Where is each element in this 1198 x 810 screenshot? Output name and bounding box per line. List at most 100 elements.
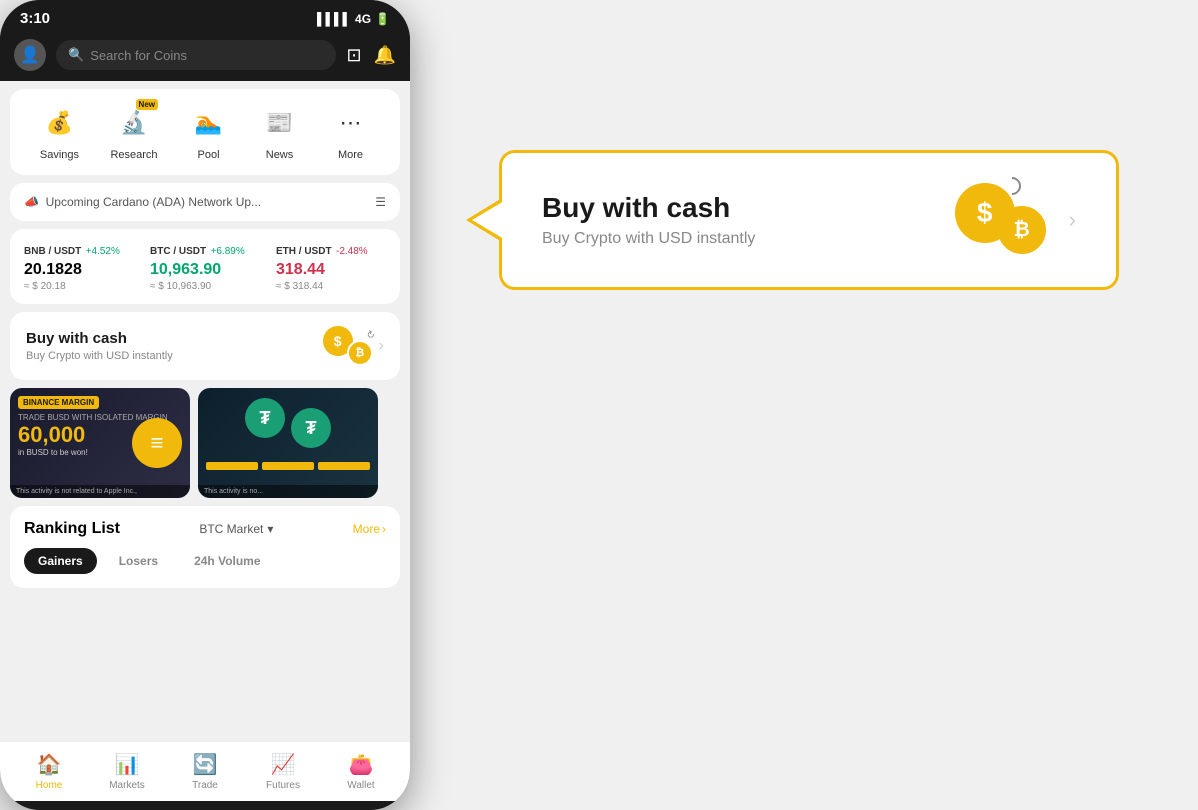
promo-badge-left: BINANCE MARGIN [18,396,99,409]
ranking-more[interactable]: More › [353,522,386,536]
promo-banner-left[interactable]: BINANCE MARGIN TRADE BUSD WITH ISOLATED … [10,388,190,498]
ranking-tabs: Gainers Losers 24h Volume [24,548,386,574]
avatar[interactable]: 👤 [14,39,46,71]
tab-24h-volume[interactable]: 24h Volume [180,548,274,574]
buy-cash-text: Buy with cash Buy Crypto with USD instan… [26,330,173,362]
quick-actions-card: 💰 Savings 🔬 New Research 🏊 Pool 📰 Ne [10,89,400,175]
chevron-right-icon: › [379,337,384,355]
callout-dollar-coin: $ [955,183,1015,243]
callout-container[interactable]: Buy with cash Buy Crypto with USD instan… [499,150,1119,290]
bnb-usd: ≈ $ 20.18 [24,281,134,292]
research-label: Research [110,149,157,161]
promo-coin-big: ≡ [132,418,182,468]
callout-section: Buy with cash Buy Crypto with USD instan… [420,150,1198,290]
pool-label: Pool [198,149,220,161]
header-icons: ⊡ 🔔 [346,45,396,66]
eth-usd: ≈ $ 318.44 [276,281,386,292]
ranking-title: Ranking List [24,520,120,538]
ticker-row: BNB / USDT +4.52% 20.1828 ≈ $ 20.18 BTC … [24,241,386,292]
nav-trade[interactable]: 🔄 Trade [166,752,244,791]
more-chevron-icon: › [382,522,386,536]
qa-research[interactable]: 🔬 New Research [110,103,157,161]
futures-label: Futures [266,780,300,791]
market-label: BTC Market [199,522,263,536]
nav-futures[interactable]: 📈 Futures [244,752,322,791]
menu-icon: ☰ [375,195,386,209]
news-icon: 📰 [260,103,300,143]
scan-icon[interactable]: ⊡ [346,45,361,66]
promo-banner-right[interactable]: ₮ ₮ This activity is no... [198,388,378,498]
new-badge: New [136,99,158,110]
callout-title: Buy with cash [542,192,755,224]
search-placeholder: Search for Coins [90,48,187,63]
btc-usd: ≈ $ 10,963.90 [150,281,260,292]
qa-more[interactable]: ⋯ More [331,103,371,161]
callout-subtitle: Buy Crypto with USD instantly [542,230,755,248]
status-bar: 3:10 ▌▌▌▌ 4G 🔋 [0,0,410,33]
search-bar[interactable]: 🔍 Search for Coins [56,40,336,70]
bell-icon[interactable]: 🔔 [374,45,396,66]
tab-losers[interactable]: Losers [105,548,172,574]
announcement-text: 📣 Upcoming Cardano (ADA) Network Up... [24,195,261,209]
markets-label: Markets [109,780,145,791]
home-label: Home [36,780,63,791]
buy-cash-right: $ ↻ ₿ › [323,326,384,366]
research-icon: 🔬 New [114,103,154,143]
refresh-arc [999,173,1024,198]
bnb-change: +4.52% [86,246,120,257]
home-icon: 🏠 [37,752,62,777]
battery-icon: 🔋 [375,12,390,26]
qa-pool[interactable]: 🏊 Pool [189,103,229,161]
nav-markets[interactable]: 📊 Markets [88,752,166,791]
quick-actions: 💰 Savings 🔬 New Research 🏊 Pool 📰 Ne [24,103,386,161]
bnb-pair: BNB / USDT [24,246,81,257]
trade-icon: 🔄 [193,752,218,777]
buy-cash-card[interactable]: Buy with cash Buy Crypto with USD instan… [10,312,400,380]
coin-icons: $ ↻ ₿ [323,326,373,366]
phone-shell: 3:10 ▌▌▌▌ 4G 🔋 👤 🔍 Search for Coins ⊡ 🔔 … [0,0,410,810]
btc-pair: BTC / USDT [150,246,206,257]
savings-icon: 💰 [39,103,79,143]
announcement-bar[interactable]: 📣 Upcoming Cardano (ADA) Network Up... ☰ [10,183,400,221]
callout-arrow-inner [472,201,504,239]
header: 👤 🔍 Search for Coins ⊡ 🔔 [0,33,410,81]
bottom-nav: 🏠 Home 📊 Markets 🔄 Trade 📈 Futures 👛 Wal… [0,741,410,801]
promo-notice-left: This activity is not related to Apple In… [10,485,190,498]
qa-news[interactable]: 📰 News [260,103,300,161]
tab-gainers[interactable]: Gainers [24,548,97,574]
ticker-eth[interactable]: ETH / USDT -2.48% 318.44 ≈ $ 318.44 [276,241,386,292]
megaphone-icon: 📣 [24,195,39,209]
ticker-bnb[interactable]: BNB / USDT +4.52% 20.1828 ≈ $ 20.18 [24,241,134,292]
buy-cash-title: Buy with cash [26,330,173,347]
qa-savings[interactable]: 💰 Savings [39,103,79,161]
more-icon: ⋯ [331,103,371,143]
more-label: More [353,522,380,536]
btc-price: 10,963.90 [150,261,260,279]
price-ticker: BNB / USDT +4.52% 20.1828 ≈ $ 20.18 BTC … [10,229,400,304]
btc-coin: ₿ [347,340,373,366]
bnb-price: 20.1828 [24,261,134,279]
status-icons: ▌▌▌▌ 4G 🔋 [317,12,390,26]
network-label: 4G [355,12,371,26]
dropdown-icon: ▾ [267,522,273,536]
search-icon: 🔍 [68,47,84,63]
status-time: 3:10 [20,10,50,27]
wallet-label: Wallet [347,780,374,791]
news-label: News [266,149,294,161]
trade-label: Trade [192,780,218,791]
nav-wallet[interactable]: 👛 Wallet [322,752,400,791]
wallet-icon: 👛 [349,752,374,777]
eth-change: -2.48% [336,246,368,257]
eth-pair: ETH / USDT [276,246,332,257]
buy-cash-subtitle: Buy Crypto with USD instantly [26,350,173,362]
more-label: More [338,149,363,161]
markets-icon: 📊 [115,752,140,777]
pool-icon: 🏊 [189,103,229,143]
ranking-card: Ranking List BTC Market ▾ More › Gainers… [10,506,400,588]
callout-text: Buy with cash Buy Crypto with USD instan… [542,192,755,248]
nav-home[interactable]: 🏠 Home [10,752,88,791]
savings-label: Savings [40,149,79,161]
callout-chevron-icon: › [1069,207,1076,233]
ticker-btc[interactable]: BTC / USDT +6.89% 10,963.90 ≈ $ 10,963.9… [150,241,260,292]
ranking-market[interactable]: BTC Market ▾ [199,522,273,536]
